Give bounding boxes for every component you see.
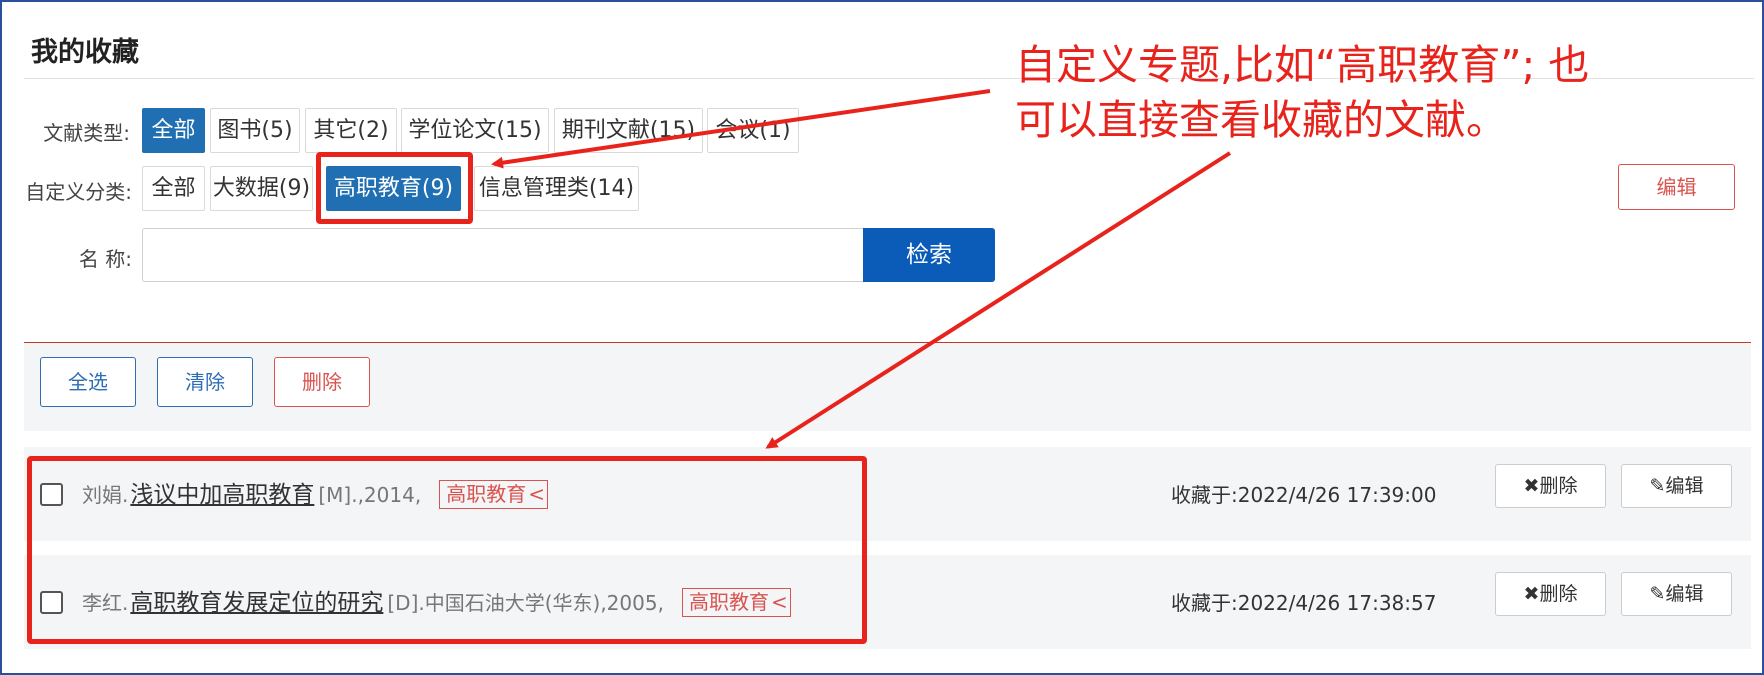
- annotation-text: 自定义专题,比如“高职教育”; 也 可以直接查看收藏的文献。: [1015, 38, 1589, 148]
- annotation-line-2: 可以直接查看收藏的文献。: [1015, 96, 1507, 144]
- arrow-to-items: [765, 151, 1232, 449]
- arrow-to-category: [491, 89, 991, 169]
- annotation-line-1: 自定义专题,比如“高职教育”; 也: [1015, 41, 1590, 89]
